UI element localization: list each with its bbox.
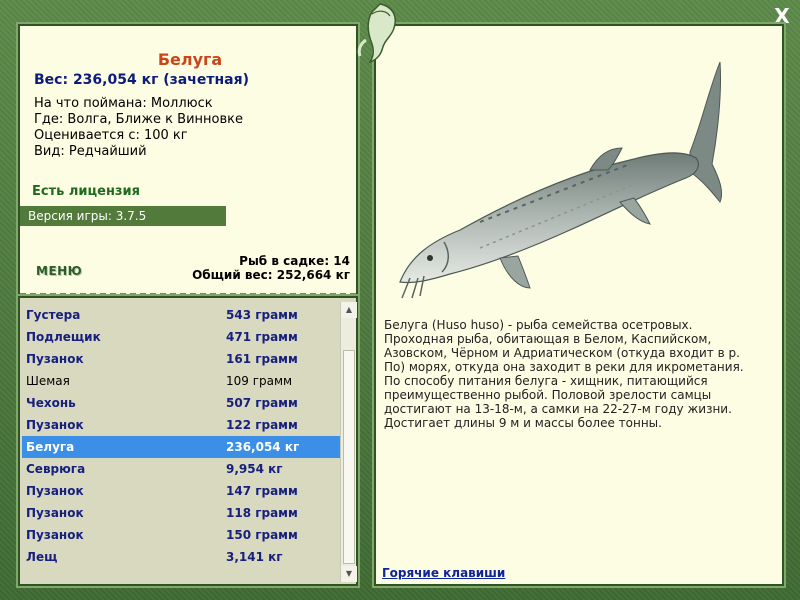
list-item-selected[interactable]: Белуга 236,054 кг <box>22 436 340 458</box>
list-item-name: Пузанок <box>26 528 84 542</box>
catch-list-panel: Густера 543 грамм Подлещик 471 грамм Пузан… <box>16 294 360 588</box>
list-item-weight: 118 грамм <box>226 506 298 520</box>
list-item-weight: 543 грамм <box>226 308 298 322</box>
list-item[interactable]: Пузанок 147 грамм <box>22 480 340 502</box>
fish-description: Белуга (Huso huso) - рыба семейства осет… <box>384 318 744 430</box>
bait-info: На что поймана: Моллюск <box>34 96 213 111</box>
list-item-weight: 122 грамм <box>226 418 298 432</box>
list-item[interactable]: Густера 543 грамм <box>22 304 340 326</box>
list-item-weight: 150 грамм <box>226 528 298 542</box>
scroll-thumb[interactable] <box>343 350 355 564</box>
value-info: Оценивается с: 100 кг <box>34 128 188 143</box>
list-item-weight: 161 грамм <box>226 352 298 366</box>
game-version: Версия игры: 3.7.5 <box>20 206 226 226</box>
fish-info-panel: Белуга Вес: 236,054 кг (зачетная) На что… <box>16 22 360 298</box>
list-item-name: Шемая <box>26 374 70 388</box>
list-item-name: Густера <box>26 308 81 322</box>
rarity-info: Вид: Редчайший <box>34 144 147 159</box>
fish-detail-panel: Белуга (Huso huso) - рыба семейства осет… <box>372 22 786 588</box>
list-item-name: Подлещик <box>26 330 101 344</box>
scroll-down-arrow-icon[interactable]: ▼ <box>341 566 357 582</box>
list-item-name: Белуга <box>26 440 75 454</box>
beluga-fish-image <box>399 61 723 299</box>
menu-button[interactable]: МЕНЮ <box>36 264 82 278</box>
list-item-weight: 109 грамм <box>226 374 293 388</box>
list-item[interactable]: Пузанок 122 грамм <box>22 414 340 436</box>
list-item-weight: 9,954 кг <box>226 462 283 476</box>
list-item-weight: 147 грамм <box>226 484 298 498</box>
list-item-weight: 471 грамм <box>226 330 298 344</box>
list-scrollbar[interactable]: ▲ ▼ <box>340 302 357 582</box>
list-item-weight: 507 грамм <box>226 396 298 410</box>
scroll-up-arrow-icon[interactable]: ▲ <box>341 302 357 318</box>
list-item[interactable]: Севрюга 9,954 кг <box>22 458 340 480</box>
location-info: Где: Волга, Ближе к Винновке <box>34 112 244 127</box>
list-item-name: Пузанок <box>26 352 84 366</box>
list-item[interactable]: Лещ 3,141 кг <box>22 546 340 568</box>
license-status: Есть лицензия <box>32 184 140 199</box>
list-item-name: Пузанок <box>26 484 84 498</box>
keep-net-total-weight: Общий вес: 252,664 кг <box>192 268 350 282</box>
catch-list: Густера 543 грамм Подлещик 471 грамм Пузан… <box>22 304 340 568</box>
list-item[interactable]: Пузанок 118 грамм <box>22 502 340 524</box>
list-item[interactable]: Шемая 109 грамм <box>22 370 340 392</box>
list-item[interactable]: Пузанок 161 грамм <box>22 348 340 370</box>
list-item-name: Пузанок <box>26 418 84 432</box>
list-item[interactable]: Пузанок 150 грамм <box>22 524 340 546</box>
keep-net-count: Рыб в садке: 14 <box>239 254 350 268</box>
list-item-name: Лещ <box>26 550 58 564</box>
fish-weight: Вес: 236,054 кг (зачетная) <box>34 72 249 88</box>
list-item[interactable]: Чехонь 507 грамм <box>22 392 340 414</box>
list-item[interactable]: Подлещик 471 грамм <box>22 326 340 348</box>
fish-title: Белуга <box>157 50 223 69</box>
hotkeys-link[interactable]: Горячие клавиши <box>382 566 505 580</box>
list-item-weight: 3,141 кг <box>226 550 283 564</box>
list-item-weight: 236,054 кг <box>226 440 300 454</box>
fish-logo-icon <box>357 3 396 64</box>
list-item-name: Севрюга <box>26 462 86 476</box>
list-item-name: Чехонь <box>26 396 76 410</box>
list-item-name: Пузанок <box>26 506 84 520</box>
divider <box>20 293 356 295</box>
